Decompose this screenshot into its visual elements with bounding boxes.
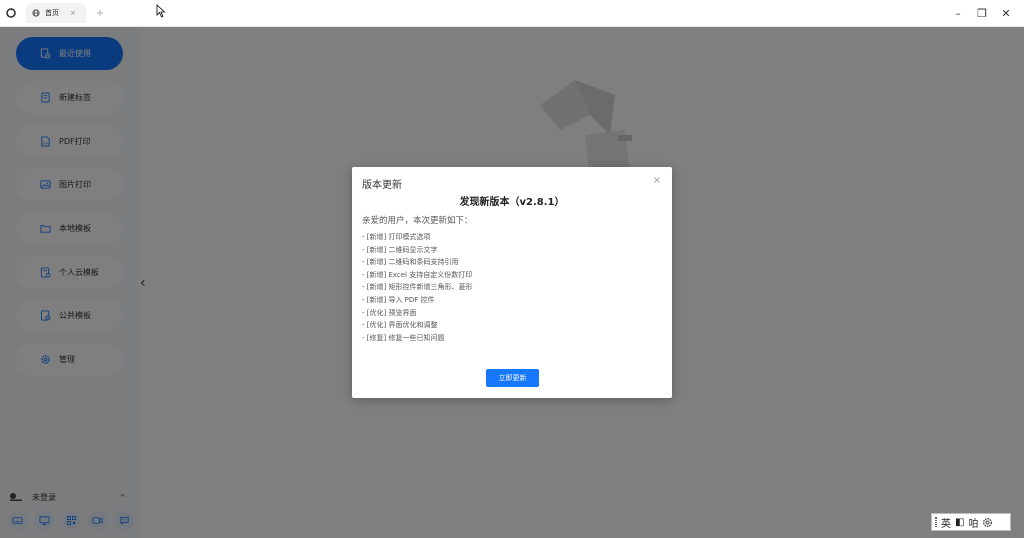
update-now-button[interactable]: 立即更新 bbox=[486, 369, 539, 387]
changelog-item: - [新增] Excel 支持自定义份数打印 bbox=[362, 270, 473, 279]
changelog-list: - [新增] 打印模式选项 - [新增] 二维码显示文字 - [新增] 二维码和… bbox=[362, 231, 472, 344]
version-heading: 发现新版本（v2.8.1） bbox=[459, 197, 565, 208]
ime-toolbar: 英 ◧ 㕷 bbox=[931, 513, 1011, 531]
tab-home[interactable]: 首页 × bbox=[26, 3, 86, 23]
ime-width-toggle[interactable]: ◧ bbox=[955, 517, 964, 528]
maximize-button[interactable]: ❐ bbox=[970, 7, 994, 20]
dialog-close-icon[interactable]: × bbox=[653, 175, 661, 186]
ime-language-toggle[interactable]: 英 bbox=[941, 515, 951, 530]
mouse-cursor-icon bbox=[156, 4, 166, 18]
window-controls: – ❐ ✕ bbox=[946, 0, 1018, 27]
changelog-item: - [新增] 导入 PDF 控件 bbox=[362, 295, 435, 304]
title-bar: 首页 × + – ❐ ✕ bbox=[0, 0, 1024, 27]
update-intro: 亲爱的用户，本次更新如下： bbox=[362, 216, 473, 226]
changelog-item: - [新增] 二维码和条码支持引用 bbox=[362, 258, 459, 267]
ime-punctuation-toggle[interactable]: 㕷 bbox=[968, 515, 978, 530]
tab-label: 首页 bbox=[45, 9, 59, 17]
changelog-item: - [修复] 修复一些已知问题 bbox=[362, 333, 445, 342]
ime-settings-gear-icon[interactable] bbox=[982, 517, 993, 528]
changelog-item: - [优化] 界面优化和调整 bbox=[362, 321, 438, 330]
changelog-item: - [新增] 二维码显示文字 bbox=[362, 245, 438, 254]
changelog-item: - [新增] 打印模式选项 bbox=[362, 233, 431, 241]
changelog-item: - [优化] 预览界面 bbox=[362, 308, 417, 317]
app-logo-icon bbox=[0, 0, 22, 27]
update-dialog: 版本更新 × 发现新版本（v2.8.1） 亲爱的用户，本次更新如下： - [新增… bbox=[352, 167, 672, 398]
changelog-item: - [新增] 矩形控件新增三角形、菱形 bbox=[362, 283, 473, 292]
minimize-button[interactable]: – bbox=[946, 7, 970, 20]
globe-icon bbox=[32, 9, 40, 17]
close-window-button[interactable]: ✕ bbox=[994, 7, 1018, 20]
dialog-title: 版本更新 bbox=[362, 180, 402, 191]
tab-close-icon[interactable]: × bbox=[70, 9, 76, 17]
drag-handle[interactable] bbox=[935, 517, 937, 527]
new-tab-button[interactable]: + bbox=[96, 8, 104, 19]
